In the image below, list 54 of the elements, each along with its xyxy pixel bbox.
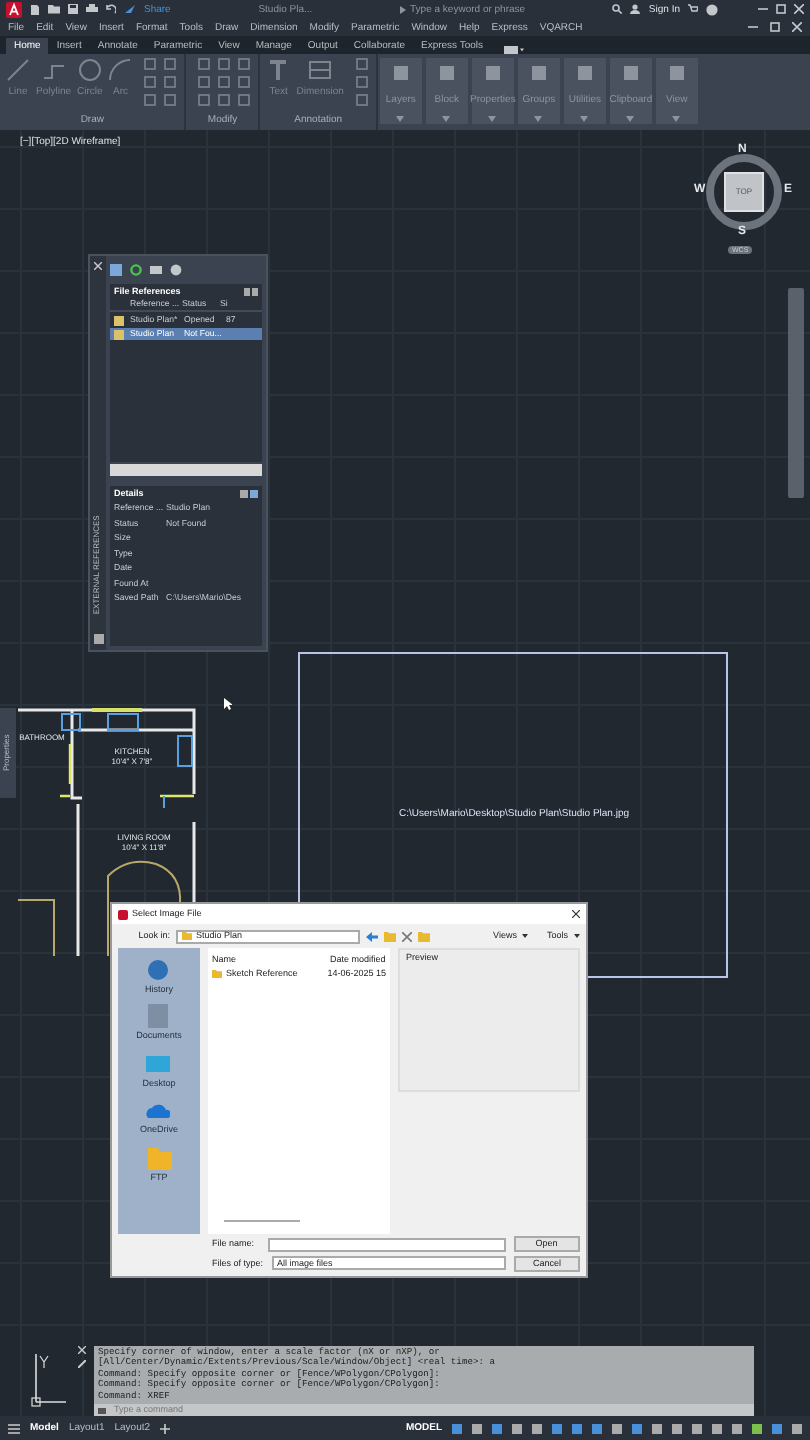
share-icon[interactable]	[124, 4, 136, 14]
new-file-icon[interactable]	[30, 3, 40, 15]
delete-icon[interactable]	[402, 931, 412, 941]
add-icon[interactable]	[160, 1423, 171, 1433]
view-toggle-icon[interactable]	[244, 287, 258, 295]
user-icon[interactable]	[630, 4, 641, 14]
caret-icon	[396, 116, 405, 122]
cursor-icon	[224, 698, 232, 710]
folder-icon	[147, 1145, 171, 1170]
folder-icon	[212, 970, 222, 978]
undo-icon[interactable]	[106, 4, 116, 14]
close-icon[interactable]	[572, 910, 580, 918]
arrow-icon	[400, 5, 407, 13]
group-icon	[667, 64, 686, 82]
arc-tool-icon	[108, 58, 133, 82]
caret-icon	[626, 116, 635, 122]
save-icon[interactable]	[68, 4, 78, 14]
group-icon	[483, 64, 502, 82]
caret-icon	[442, 116, 451, 122]
file-name-field[interactable]	[268, 1237, 506, 1251]
caret-icon	[672, 116, 681, 122]
circle-tool-icon	[77, 58, 102, 82]
search-icon[interactable]	[612, 4, 623, 14]
caret-icon	[534, 116, 543, 122]
group-icon	[621, 64, 640, 82]
print-icon[interactable]	[86, 4, 98, 14]
history-icon	[146, 958, 171, 982]
line-tool-icon	[6, 58, 30, 82]
caret-icon	[574, 934, 580, 938]
dimension-tool-icon	[308, 58, 333, 82]
details-toggle-icon[interactable]	[240, 489, 258, 497]
app-logo-icon	[118, 909, 128, 919]
desktop-icon	[146, 1051, 171, 1076]
customize-icon[interactable]	[78, 1360, 86, 1368]
documents-icon	[146, 1004, 171, 1029]
group-icon	[391, 64, 410, 82]
group-icon	[529, 64, 548, 82]
ucs-axis-icon	[30, 1350, 66, 1410]
compass-ring[interactable]	[704, 152, 784, 232]
caret-icon	[580, 116, 589, 122]
toggle-icon[interactable]	[503, 46, 524, 54]
text-tool-icon	[266, 58, 291, 82]
folder-icon	[182, 932, 192, 940]
menu-icon[interactable]	[8, 1423, 20, 1433]
cart-icon[interactable]	[688, 4, 698, 14]
app-logo-icon[interactable]	[6, 1, 22, 17]
scrollbar[interactable]	[224, 1220, 300, 1222]
group-icon	[575, 64, 594, 82]
caret-icon	[522, 934, 529, 938]
open-folder-icon[interactable]	[48, 4, 60, 14]
group-icon	[437, 64, 456, 82]
refresh-icon[interactable]	[130, 263, 142, 275]
caret-icon	[488, 116, 497, 122]
back-icon[interactable]	[366, 931, 378, 941]
